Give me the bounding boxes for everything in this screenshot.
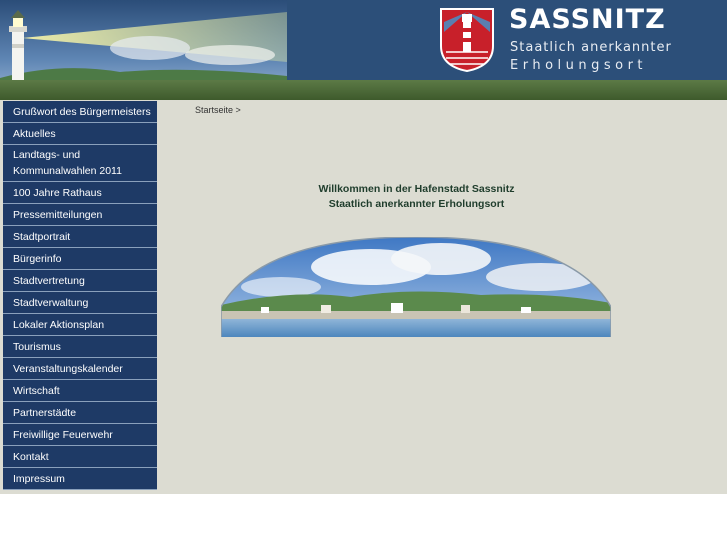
- welcome-line: Staatlich anerkannter Erholungsort: [328, 198, 505, 210]
- site-header: SASSNITZ Staatlich anerkannter Erholungs…: [0, 0, 727, 100]
- header-green-bar: [0, 80, 727, 100]
- nav-item-feuerwehr[interactable]: Freiwillige Feuerwehr: [3, 424, 157, 446]
- nav-item-label: Stadtvertretung: [13, 274, 85, 287]
- nav-item-pressemitteilungen[interactable]: Pressemitteilungen: [3, 204, 157, 226]
- nav-item-veranstaltungskalender[interactable]: Veranstaltungskalender: [3, 358, 157, 380]
- lighthouse-crest-icon: [440, 8, 494, 72]
- nav-item-label: Grußwort des Bürgermeisters: [13, 105, 151, 118]
- nav-item-label: Lokaler Aktionsplan: [13, 318, 105, 331]
- nav-item-stadtportrait[interactable]: Stadtportrait: [3, 226, 157, 248]
- nav-item-label: Tourismus: [13, 340, 61, 353]
- nav-item-rathaus[interactable]: 100 Jahre Rathaus: [3, 182, 157, 204]
- nav-item-label: Partnerstädte: [13, 406, 77, 419]
- sidebar: Grußwort des Bürgermeisters Aktuelles La…: [0, 100, 157, 494]
- main-content: Startseite > Willkommen in der Hafenstad…: [157, 100, 727, 494]
- logo-title: SASSNITZ: [509, 4, 666, 35]
- nav-item-label: Stadtportrait: [13, 230, 71, 243]
- nav-item-label: Impressum: [13, 472, 65, 485]
- nav-item-wahlen[interactable]: Landtags- und Kommunalwahlen 2011: [3, 145, 157, 182]
- logo-subtitle: Erholungsort: [510, 58, 648, 73]
- nav-item-tourismus[interactable]: Tourismus: [3, 336, 157, 358]
- nav-item-label: Freiwillige Feuerwehr: [13, 428, 113, 441]
- nav-item-label: Wirtschaft: [13, 384, 60, 397]
- welcome-line: Willkommen in der Hafenstadt Sassnitz: [318, 183, 515, 195]
- nav-item-stadtverwaltung[interactable]: Stadtverwaltung: [3, 292, 157, 314]
- nav-item-aktionsplan[interactable]: Lokaler Aktionsplan: [3, 314, 157, 336]
- main-navigation: Grußwort des Bürgermeisters Aktuelles La…: [3, 101, 157, 490]
- nav-item-impressum[interactable]: Impressum: [3, 468, 157, 490]
- nav-item-label: 100 Jahre Rathaus: [13, 186, 102, 199]
- welcome-heading: Willkommen in der Hafenstadt Sassnitz St…: [157, 182, 676, 212]
- nav-item-aktuelles[interactable]: Aktuelles: [3, 123, 157, 145]
- nav-item-label: Bürgerinfo: [13, 252, 62, 265]
- nav-item-label: Kontakt: [13, 450, 49, 463]
- logo-subtitle: Staatlich anerkannter: [510, 40, 672, 55]
- nav-item-partnerstaedte[interactable]: Partnerstädte: [3, 402, 157, 424]
- nav-item-label: Landtags- und Kommunalwahlen 2011: [13, 149, 122, 177]
- nav-item-label: Veranstaltungskalender: [13, 362, 123, 375]
- nav-item-label: Aktuelles: [13, 127, 56, 140]
- nav-item-label: Stadtverwaltung: [13, 296, 89, 309]
- breadcrumb[interactable]: Startseite >: [195, 105, 241, 115]
- nav-item-grusswort[interactable]: Grußwort des Bürgermeisters: [3, 101, 157, 123]
- town-panorama-image: [221, 237, 611, 337]
- nav-item-buergerinfo[interactable]: Bürgerinfo: [3, 248, 157, 270]
- nav-item-wirtschaft[interactable]: Wirtschaft: [3, 380, 157, 402]
- nav-item-kontakt[interactable]: Kontakt: [3, 446, 157, 468]
- nav-item-stadtvertretung[interactable]: Stadtvertretung: [3, 270, 157, 292]
- nav-item-label: Pressemitteilungen: [13, 208, 103, 221]
